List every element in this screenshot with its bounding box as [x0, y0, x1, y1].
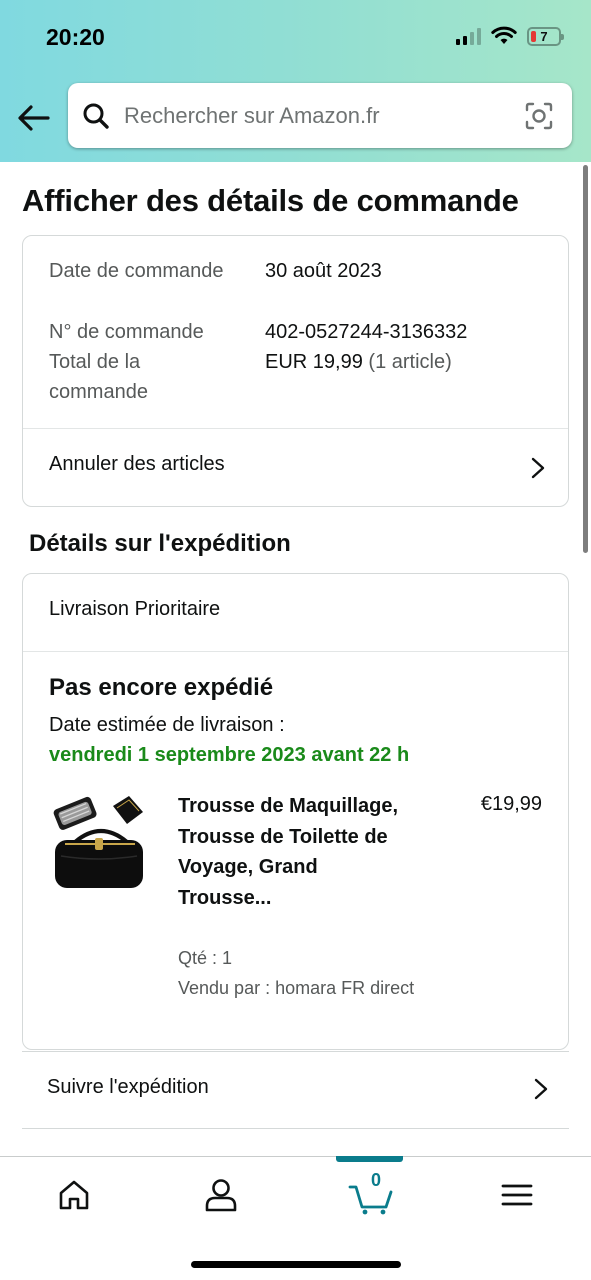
product-title[interactable]: Trousse de Maquillage, Trousse de Toilet…: [178, 791, 406, 913]
order-total-items: (1 article): [368, 351, 452, 373]
track-shipment-link[interactable]: Suivre l'expédition: [22, 1051, 569, 1129]
order-total-value: EUR 19,99 (1 article): [265, 347, 452, 377]
scrollbar[interactable]: [583, 165, 588, 553]
bottom-nav: 0: [0, 1156, 591, 1280]
shipping-section-title: Détails sur l'expédition: [29, 530, 291, 557]
order-number-label: N° de commande: [49, 321, 204, 343]
search-placeholder: Rechercher sur Amazon.fr: [124, 102, 380, 128]
track-shipment-label: Suivre l'expédition: [47, 1076, 209, 1098]
page-title: Afficher des détails de commande: [22, 183, 519, 218]
status-time: 20:20: [46, 24, 105, 50]
chevron-right-icon: [531, 457, 545, 479]
wifi-icon: [491, 26, 517, 44]
active-tab-indicator: [336, 1156, 403, 1162]
chevron-right-icon: [534, 1078, 548, 1100]
search-input[interactable]: Rechercher sur Amazon.fr: [68, 83, 572, 148]
cancel-items-label: Annuler des articles: [49, 453, 225, 475]
delivery-estimate-date: vendredi 1 septembre 2023 avant 22 h: [49, 744, 410, 766]
product-seller: Vendu par : homara FR direct: [178, 978, 415, 998]
cart-count: 0: [370, 1170, 381, 1190]
home-indicator: [191, 1261, 401, 1268]
order-number-value: 402-0527244-3136332: [265, 321, 468, 343]
signal-icon: [456, 27, 481, 45]
delivery-estimate-label: Date estimée de livraison :: [49, 714, 285, 736]
shipment-card: Livraison Prioritaire Pas encore expédié…: [22, 573, 569, 1050]
shipment-status: Pas encore expédié: [49, 674, 274, 701]
header: 20:20 7 Rechercher sur Amazon.fr: [0, 0, 591, 162]
product-price: €19,99: [480, 793, 542, 815]
battery-icon: 7: [527, 26, 564, 46]
cancel-items-link[interactable]: Annuler des articles: [23, 429, 568, 507]
product-image[interactable]: [51, 792, 147, 902]
order-date-label: Date de commande: [49, 260, 224, 282]
product-quantity: Qté : 1: [178, 948, 233, 968]
divider: [23, 651, 568, 652]
account-icon[interactable]: [201, 1175, 241, 1215]
search-icon: [83, 103, 109, 129]
order-total-label: Total de la commande: [49, 351, 148, 403]
order-date-value: 30 août 2023: [265, 260, 382, 282]
back-arrow-icon[interactable]: [16, 100, 52, 136]
camera-search-icon[interactable]: [524, 101, 554, 131]
battery-level: 7: [540, 28, 548, 44]
order-summary-card: Date de commande 30 août 2023 N° de comm…: [22, 235, 569, 507]
home-icon[interactable]: [54, 1175, 94, 1215]
shipping-method: Livraison Prioritaire: [49, 598, 221, 620]
order-total-amount: EUR 19,99: [265, 351, 363, 373]
menu-icon[interactable]: [497, 1175, 537, 1215]
status-icons: 7: [456, 26, 564, 46]
